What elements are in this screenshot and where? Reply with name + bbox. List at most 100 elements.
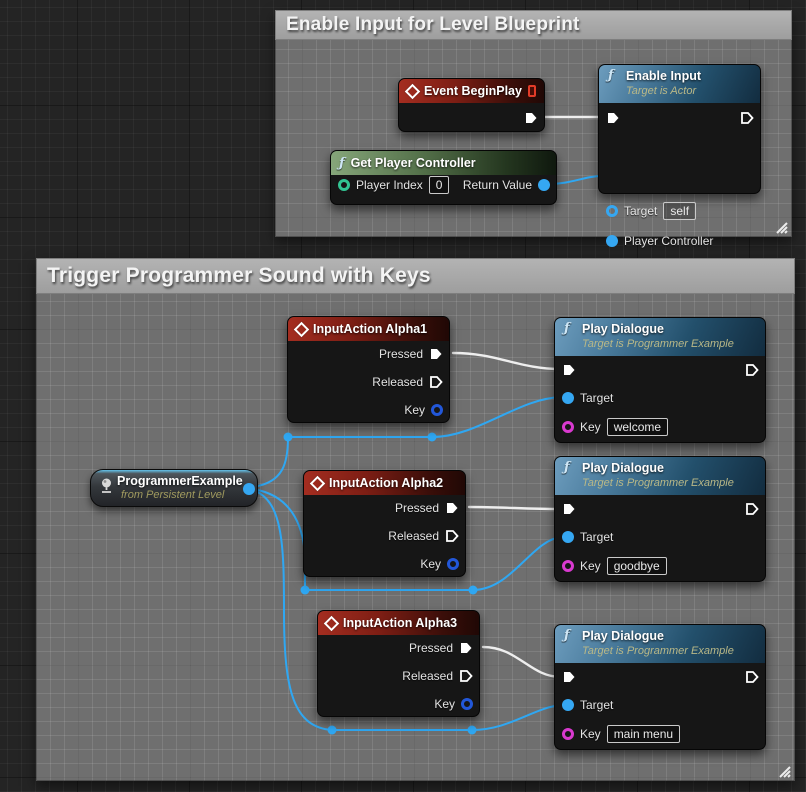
player-index-pin[interactable] — [338, 179, 350, 191]
player-controller-row: Player Controller — [606, 231, 713, 251]
key-pin[interactable] — [431, 404, 443, 416]
node-header: ƒ Enable Input Target is Actor — [599, 65, 760, 103]
exec-out-row — [745, 499, 759, 519]
exec-out-pin[interactable] — [740, 111, 754, 125]
node-title: Play Dialogue — [582, 322, 664, 336]
variable-subtitle: from Persistent Level — [121, 489, 224, 501]
exec-in-pin[interactable] — [562, 363, 576, 377]
pin-label: Key — [434, 697, 455, 711]
target-row: Target — [562, 695, 613, 715]
target-pin[interactable] — [562, 392, 574, 404]
key-value-field[interactable]: goodbye — [607, 557, 667, 575]
released-row: Released — [402, 666, 473, 686]
node-play-dialogue-2[interactable]: ƒ Play Dialogue Target is Programmer Exa… — [554, 456, 766, 582]
exec-in-pin[interactable] — [562, 670, 576, 684]
released-exec-pin[interactable] — [429, 375, 443, 389]
node-header: ƒ Play Dialogue Target is Programmer Exa… — [555, 457, 765, 495]
pressed-exec-pin[interactable] — [445, 501, 459, 515]
target-row: Target — [562, 527, 613, 547]
event-icon — [294, 321, 310, 337]
pin-label: Key — [580, 559, 601, 573]
key-row: Key main menu — [562, 724, 680, 744]
key-pin[interactable] — [447, 558, 459, 570]
node-inputaction-alpha1[interactable]: InputAction Alpha1 Pressed Released Key — [287, 316, 450, 423]
node-header: InputAction Alpha3 — [318, 611, 479, 635]
node-inputaction-alpha3[interactable]: InputAction Alpha3 Pressed Released Key — [317, 610, 480, 717]
return-value-row: Return Value — [463, 175, 550, 195]
return-value-pin[interactable] — [538, 179, 550, 191]
node-title: Play Dialogue — [582, 461, 664, 475]
node-inputaction-alpha2[interactable]: InputAction Alpha2 Pressed Released Key — [303, 470, 466, 577]
target-row: Target self — [606, 201, 696, 221]
node-subtitle: Target is Actor — [626, 85, 696, 97]
player-index-field[interactable]: 0 — [429, 176, 450, 194]
exec-in-row — [562, 499, 576, 519]
pin-label: Key — [404, 403, 425, 417]
node-enable-input[interactable]: ƒ Enable Input Target is Actor Target se… — [598, 64, 761, 194]
target-value-field[interactable]: self — [663, 202, 696, 220]
exec-out-pin[interactable] — [745, 363, 759, 377]
node-get-player-controller[interactable]: ƒ Get Player Controller Player Index 0 R… — [330, 150, 557, 205]
pin-label: Return Value — [463, 178, 532, 192]
released-exec-pin[interactable] — [445, 529, 459, 543]
pressed-row: Pressed — [379, 344, 443, 364]
pin-label: Released — [402, 669, 453, 683]
node-programmer-example[interactable]: ProgrammerExample from Persistent Level — [90, 469, 258, 507]
target-pin[interactable] — [562, 699, 574, 711]
variable-title: ProgrammerExample — [117, 474, 243, 488]
exec-out-pin[interactable] — [524, 111, 538, 125]
blueprint-graph-canvas[interactable]: Enable Input for Level Blueprint Trigger… — [0, 0, 806, 792]
pin-label: Released — [388, 529, 439, 543]
exec-in-pin[interactable] — [606, 111, 620, 125]
pin-label: Key — [580, 727, 601, 741]
key-pin[interactable] — [562, 560, 574, 572]
node-header: InputAction Alpha1 — [288, 317, 449, 341]
pin-label: Player Index — [356, 178, 423, 192]
exec-in-pin[interactable] — [562, 502, 576, 516]
key-pin[interactable] — [562, 421, 574, 433]
node-header: ƒ Play Dialogue Target is Programmer Exa… — [555, 625, 765, 663]
pin-label: Pressed — [379, 347, 423, 361]
key-pin[interactable] — [562, 728, 574, 740]
event-icon — [405, 83, 421, 99]
pin-label: Released — [372, 375, 423, 389]
function-icon: ƒ — [564, 322, 570, 335]
node-play-dialogue-3[interactable]: ƒ Play Dialogue Target is Programmer Exa… — [554, 624, 766, 750]
node-header: Event BeginPlay — [399, 79, 544, 103]
target-pin[interactable] — [562, 531, 574, 543]
released-row: Released — [372, 372, 443, 392]
function-icon: ƒ — [339, 157, 345, 170]
function-icon: ƒ — [564, 461, 570, 474]
exec-wire-alpha2-dialogue2 — [469, 507, 561, 509]
node-title: Get Player Controller — [351, 156, 476, 170]
event-delegate-icon — [528, 85, 536, 97]
node-play-dialogue-1[interactable]: ƒ Play Dialogue Target is Programmer Exa… — [554, 317, 766, 443]
pin-label: Target — [580, 698, 613, 712]
variable-out-pin[interactable] — [243, 483, 255, 495]
player-controller-pin[interactable] — [606, 235, 618, 247]
node-header: ƒ Play Dialogue Target is Programmer Exa… — [555, 318, 765, 356]
exec-out-pin[interactable] — [745, 670, 759, 684]
exec-out-pin[interactable] — [745, 502, 759, 516]
key-value-field[interactable]: welcome — [607, 418, 668, 436]
node-event-beginplay[interactable]: Event BeginPlay — [398, 78, 545, 132]
function-icon: ƒ — [564, 629, 570, 642]
pressed-row: Pressed — [409, 638, 473, 658]
pressed-row: Pressed — [395, 498, 459, 518]
pin-label: Key — [420, 557, 441, 571]
node-title: InputAction Alpha1 — [313, 322, 427, 336]
node-subtitle: Target is Programmer Example — [582, 338, 734, 350]
key-row: Key goodbye — [562, 556, 667, 576]
pin-label: Target — [624, 204, 657, 218]
event-icon — [310, 475, 326, 491]
exec-out-row — [745, 360, 759, 380]
released-row: Released — [388, 526, 459, 546]
key-value-field[interactable]: main menu — [607, 725, 680, 743]
pressed-exec-pin[interactable] — [459, 641, 473, 655]
pressed-exec-pin[interactable] — [429, 347, 443, 361]
key-pin[interactable] — [461, 698, 473, 710]
released-exec-pin[interactable] — [459, 669, 473, 683]
pin-label: Target — [580, 391, 613, 405]
target-pin[interactable] — [606, 205, 618, 217]
node-title: Enable Input — [626, 69, 701, 83]
